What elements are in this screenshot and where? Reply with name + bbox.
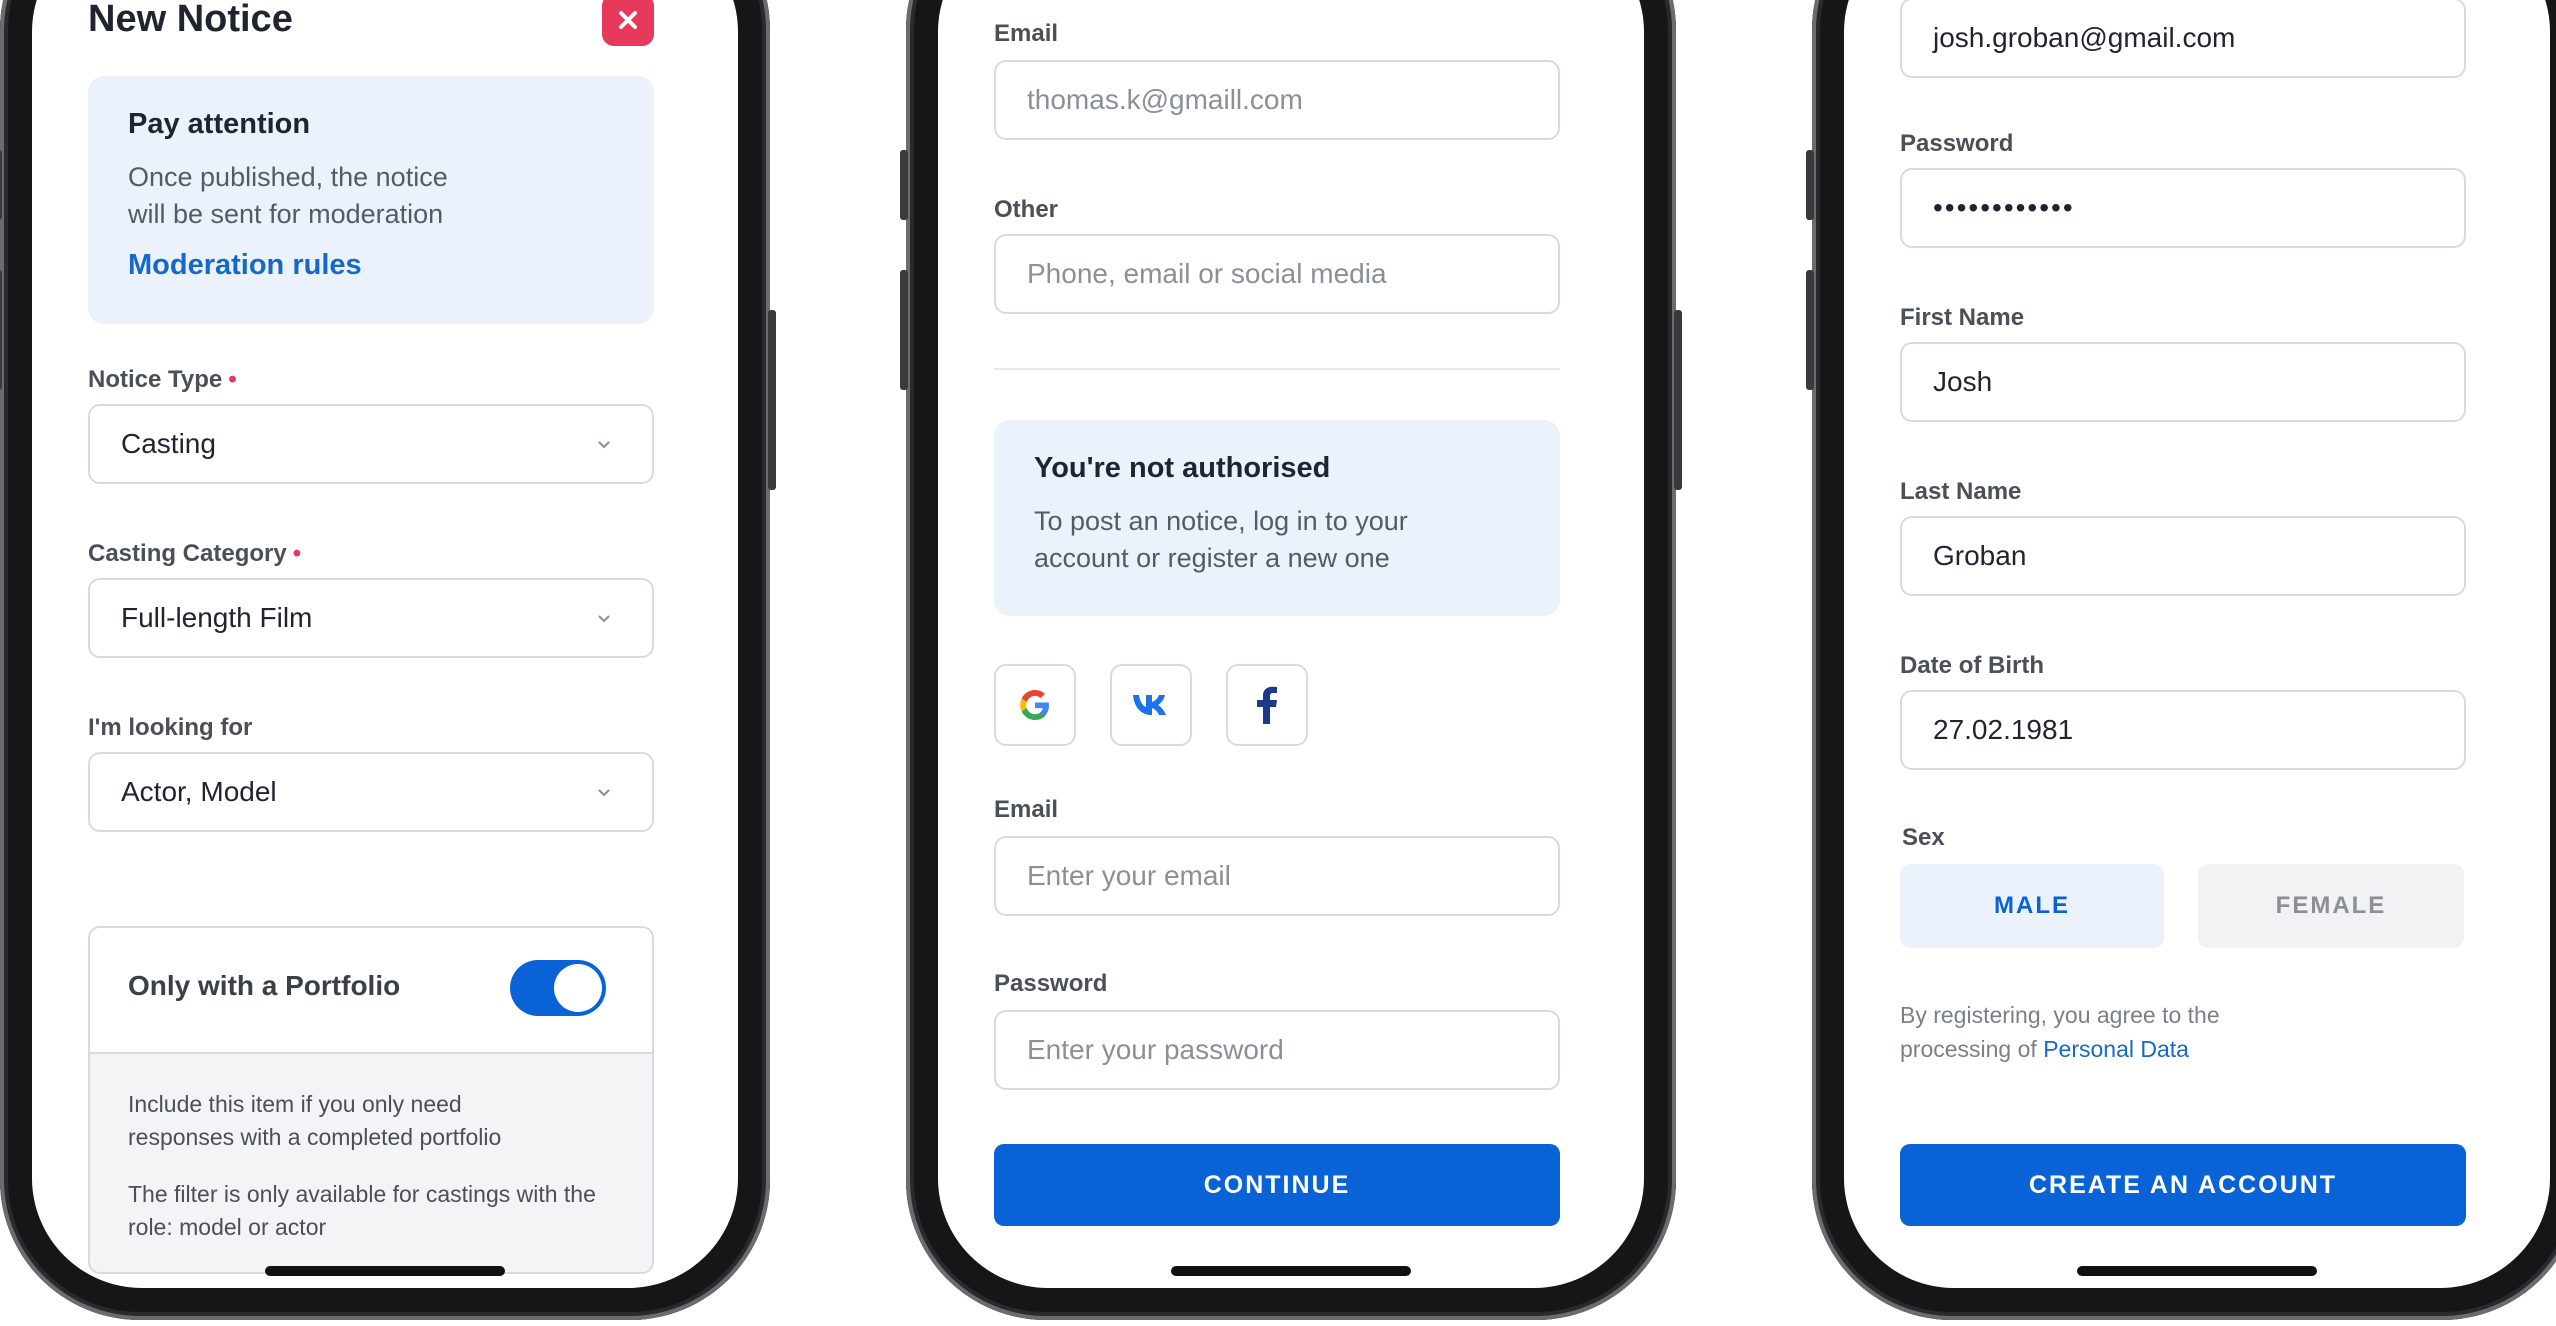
sex-male-button[interactable]: MALE (1900, 864, 2164, 948)
phone-screen: josh.groban@gmail.com Password •••••••••… (1844, 0, 2550, 1288)
close-icon (619, 11, 637, 29)
side-button (0, 150, 2, 220)
portfolio-toggle-row: Only with a Portfolio (90, 928, 652, 1054)
info-box-not-authorised: You're not authorised To post an notice,… (994, 420, 1560, 616)
email-input[interactable]: Enter your email (994, 836, 1560, 916)
email-input[interactable]: josh.groban@gmail.com (1900, 0, 2466, 78)
date-of-birth-label: Date of Birth (1900, 652, 2044, 679)
google-icon (1020, 690, 1049, 720)
home-indicator (265, 1266, 505, 1276)
chevron-down-icon (598, 615, 610, 623)
password-input[interactable]: •••••••••••• (1900, 168, 2466, 248)
email-label: Email (994, 796, 1059, 823)
side-button (1806, 270, 1814, 390)
divider (994, 368, 1560, 370)
first-name-label: First Name (1900, 304, 2025, 331)
chevron-down-icon (598, 441, 610, 449)
side-button (900, 270, 908, 390)
info-text: Once published, the notice will be sent … (128, 162, 448, 229)
notice-type-label-text: Notice Type (88, 366, 223, 393)
portfolio-toggle[interactable] (510, 960, 606, 1016)
home-indicator (2077, 1266, 2317, 1276)
casting-category-label-text: Casting Category (88, 540, 287, 567)
looking-for-value: Actor, Model (121, 776, 277, 807)
notice-type-select[interactable]: Casting (88, 404, 654, 484)
info-text: To post an notice, log in to your accoun… (1034, 506, 1408, 573)
facebook-icon (1257, 686, 1277, 724)
home-indicator (1171, 1266, 1411, 1276)
portfolio-label: Only with a Portfolio (128, 970, 401, 1001)
sex-female-button[interactable]: FEMALE (2198, 864, 2464, 948)
portfolio-card: Only with a Portfolio Include this item … (88, 926, 654, 1274)
side-button (900, 150, 908, 220)
last-name-label: Last Name (1900, 478, 2022, 505)
casting-category-value: Full-length Film (121, 602, 313, 633)
last-name-input[interactable]: Groban (1900, 516, 2466, 596)
toggle-knob (554, 964, 602, 1012)
casting-category-label: Casting Category • (88, 540, 301, 568)
google-login-button[interactable] (994, 664, 1076, 746)
notice-type-value: Casting (121, 428, 216, 459)
phone-frame-new-notice: New Notice Pay attention Once published,… (0, 0, 776, 1320)
required-mark: • (292, 540, 302, 567)
info-title: You're not authorised (1034, 452, 1331, 484)
password-label: Password (1900, 130, 2014, 157)
continue-button[interactable]: CONTINUE (994, 1144, 1560, 1226)
close-button[interactable] (602, 0, 654, 46)
vk-login-button[interactable] (1110, 664, 1192, 746)
portfolio-hint-1: Include this item if you only need respo… (128, 1091, 502, 1150)
notice-type-label: Notice Type • (88, 366, 237, 394)
create-account-button[interactable]: CREATE AN ACCOUNT (1900, 1144, 2466, 1226)
email-top-label: Email (994, 20, 1059, 47)
info-box-pay-attention: Pay attention Once published, the notice… (88, 76, 654, 324)
chevron-down-icon (598, 789, 610, 797)
facebook-login-button[interactable] (1226, 664, 1308, 746)
other-label: Other (994, 196, 1059, 223)
side-button (768, 310, 776, 490)
side-button (1674, 310, 1682, 490)
looking-for-label: I'm looking for (88, 714, 253, 741)
sex-label: Sex (1902, 824, 1945, 851)
casting-category-select[interactable]: Full-length Film (88, 578, 654, 658)
portfolio-hint-area: Include this item if you only need respo… (90, 1054, 652, 1272)
password-label: Password (994, 970, 1108, 997)
date-of-birth-input[interactable]: 27.02.1981 (1900, 690, 2466, 770)
vk-icon (1133, 695, 1166, 715)
info-title: Pay attention (128, 108, 311, 140)
phone-screen: New Notice Pay attention Once published,… (32, 0, 738, 1288)
email-top-input[interactable]: thomas.k@gmaill.com (994, 60, 1560, 140)
moderation-rules-link[interactable]: Moderation rules (128, 249, 614, 282)
looking-for-select[interactable]: Actor, Model (88, 752, 654, 832)
page-title: New Notice (88, 0, 293, 40)
consent-text: By registering, you agree to the process… (1900, 998, 2300, 1066)
personal-data-link[interactable]: Personal Data (2043, 1036, 2189, 1062)
side-button (1806, 150, 1814, 220)
portfolio-hint-2: The filter is only available for casting… (128, 1181, 596, 1240)
required-mark: • (228, 366, 237, 393)
phone-frame-login: Email thomas.k@gmaill.com Other Phone, e… (900, 0, 1682, 1320)
side-button (0, 270, 2, 390)
other-contact-input[interactable]: Phone, email or social media (994, 234, 1560, 314)
first-name-input[interactable]: Josh (1900, 342, 2466, 422)
password-input[interactable]: Enter your password (994, 1010, 1560, 1090)
phone-screen: Email thomas.k@gmaill.com Other Phone, e… (938, 0, 1644, 1288)
phone-frame-registration: josh.groban@gmail.com Password •••••••••… (1806, 0, 2556, 1320)
